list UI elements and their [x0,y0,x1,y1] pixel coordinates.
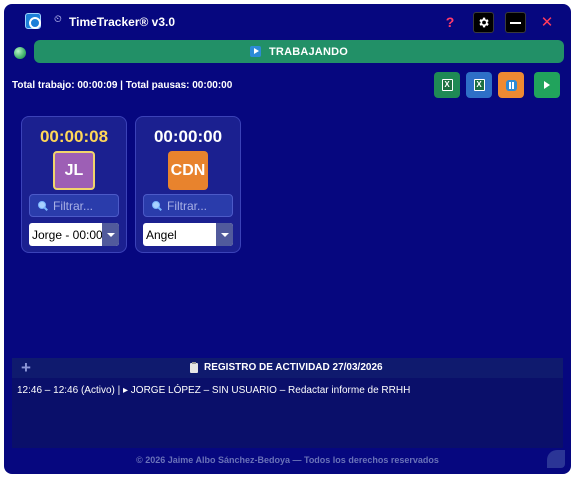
resize-grip[interactable] [547,450,565,468]
minimize-icon [510,21,521,24]
activity-log-title-group: REGISTRO DE ACTIVIDAD 27/03/2026 [190,361,383,373]
worker-select[interactable]: Jorge - 00:00:08 [29,223,119,246]
play-icon [544,81,550,89]
status-bar[interactable]: TRABAJANDO [34,40,564,63]
pause-icon [505,79,517,91]
activity-log[interactable]: 12:46 – 12:46 (Activo) | ▸ JORGE LÓPEZ –… [12,378,563,448]
play-icon [250,46,261,57]
stopwatch-icon: ⏲ [54,14,62,25]
window-title: TimeTracker® v3.0 [69,15,176,29]
app-window: ⏲ TimeTracker® v3.0 ? ✕ TRABAJANDO Total… [4,4,571,474]
worker-filter[interactable] [143,194,233,217]
worker-card: 00:00:08 JL Jorge - 00:00:08 [21,116,127,253]
search-icon [38,200,48,211]
worker-timer: 00:00:08 [39,127,109,146]
export-excel-button[interactable]: X [434,72,460,98]
excel-icon: X [473,79,485,91]
title-bar: ⏲ TimeTracker® v3.0 ? ✕ [4,4,571,38]
export-excel-detail-button[interactable]: X [466,72,492,98]
excel-icon: X [441,79,453,91]
chevron-down-icon[interactable] [102,223,119,246]
gear-icon [479,17,489,28]
close-button[interactable]: ✕ [539,14,555,32]
status-label: TRABAJANDO [269,45,348,58]
worker-avatar[interactable]: JL [53,151,95,190]
add-icon[interactable]: + [21,359,31,376]
activity-log-header: + REGISTRO DE ACTIVIDAD 27/03/2026 [12,358,563,378]
worker-select-value: Jorge - 00:00:08 [32,227,102,242]
worker-select[interactable]: Angel [143,223,233,246]
settings-button[interactable] [473,12,494,33]
filter-input[interactable] [167,198,229,213]
search-icon [152,200,162,211]
worker-avatar[interactable]: CDN [168,151,208,190]
totals-summary: Total trabajo: 00:00:09 | Total pausas: … [12,80,233,91]
log-entry[interactable]: 12:46 – 12:46 (Activo) | ▸ JORGE LÓPEZ –… [17,385,410,396]
help-button[interactable]: ? [443,14,457,30]
activity-log-title: REGISTRO DE ACTIVIDAD 27/03/2026 [204,362,383,373]
chevron-down-icon[interactable] [216,223,233,246]
minimize-button[interactable] [505,12,526,33]
filter-input[interactable] [53,198,115,213]
status-indicator-icon [14,47,26,59]
start-button[interactable] [534,72,560,98]
worker-card: 00:00:00 CDN Angel [135,116,241,253]
pause-button[interactable] [498,72,524,98]
worker-timer: 00:00:00 [153,127,223,146]
footer-copyright: © 2026 Jaime Albo Sánchez-Bedoya — Todos… [136,455,439,465]
worker-select-value: Angel [146,227,177,242]
clipboard-icon [190,361,198,373]
worker-filter[interactable] [29,194,119,217]
app-logo-icon [25,13,41,29]
